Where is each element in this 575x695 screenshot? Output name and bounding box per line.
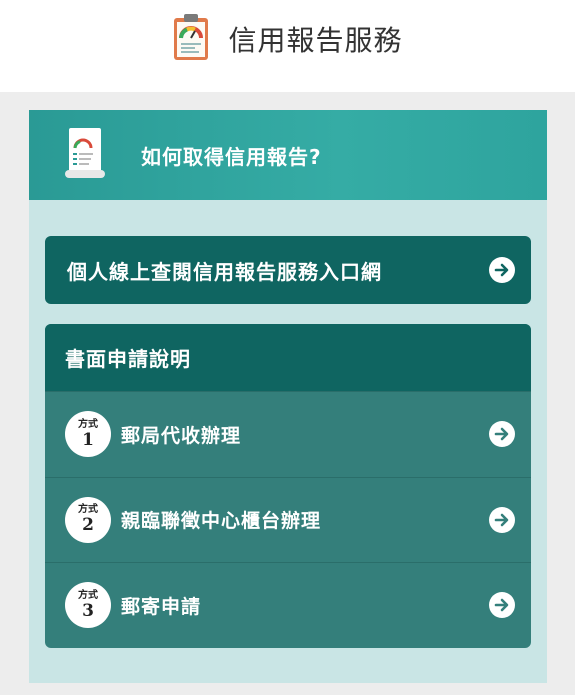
paper-application-card: 書面申請說明 方式 1 郵局代收辦理 方式 2 親臨聯徵中心櫃台辦理 方式 3 … — [45, 324, 531, 648]
paper-application-title: 書面申請說明 — [65, 347, 191, 371]
page-header: 信用報告服務 — [0, 0, 575, 92]
online-portal-button[interactable]: 個人線上查閱信用報告服務入口網 — [45, 236, 531, 304]
credit-report-panel: 如何取得信用報告? 個人線上查閱信用報告服務入口網 書面申請說明 方式 1 郵局… — [29, 110, 547, 683]
paper-application-header: 書面申請說明 — [45, 324, 531, 391]
online-portal-label: 個人線上查閱信用報告服務入口網 — [67, 259, 382, 284]
panel-title: 如何取得信用報告? — [141, 144, 322, 169]
method-badge: 方式 1 — [65, 411, 111, 458]
method-label: 郵寄申請 — [121, 595, 202, 618]
method-item-post-office[interactable]: 方式 1 郵局代收辦理 — [45, 391, 531, 477]
method-item-counter[interactable]: 方式 2 親臨聯徵中心櫃台辦理 — [45, 476, 531, 563]
method-label: 親臨聯徵中心櫃台辦理 — [121, 510, 322, 533]
arrow-right-circle-icon — [489, 421, 515, 448]
arrow-right-circle-icon — [489, 506, 515, 533]
method-item-mail[interactable]: 方式 3 郵寄申請 — [45, 562, 531, 648]
method-label: 郵局代收辦理 — [121, 424, 242, 447]
clipboard-gauge-icon — [172, 12, 210, 66]
arrow-right-circle-icon — [489, 257, 515, 283]
panel-header: 如何取得信用報告? — [29, 110, 547, 200]
report-document-icon — [63, 126, 107, 184]
arrow-right-circle-icon — [489, 592, 515, 619]
method-badge: 方式 3 — [65, 582, 111, 629]
page-title: 信用報告服務 — [228, 24, 403, 57]
method-badge: 方式 2 — [65, 496, 111, 543]
